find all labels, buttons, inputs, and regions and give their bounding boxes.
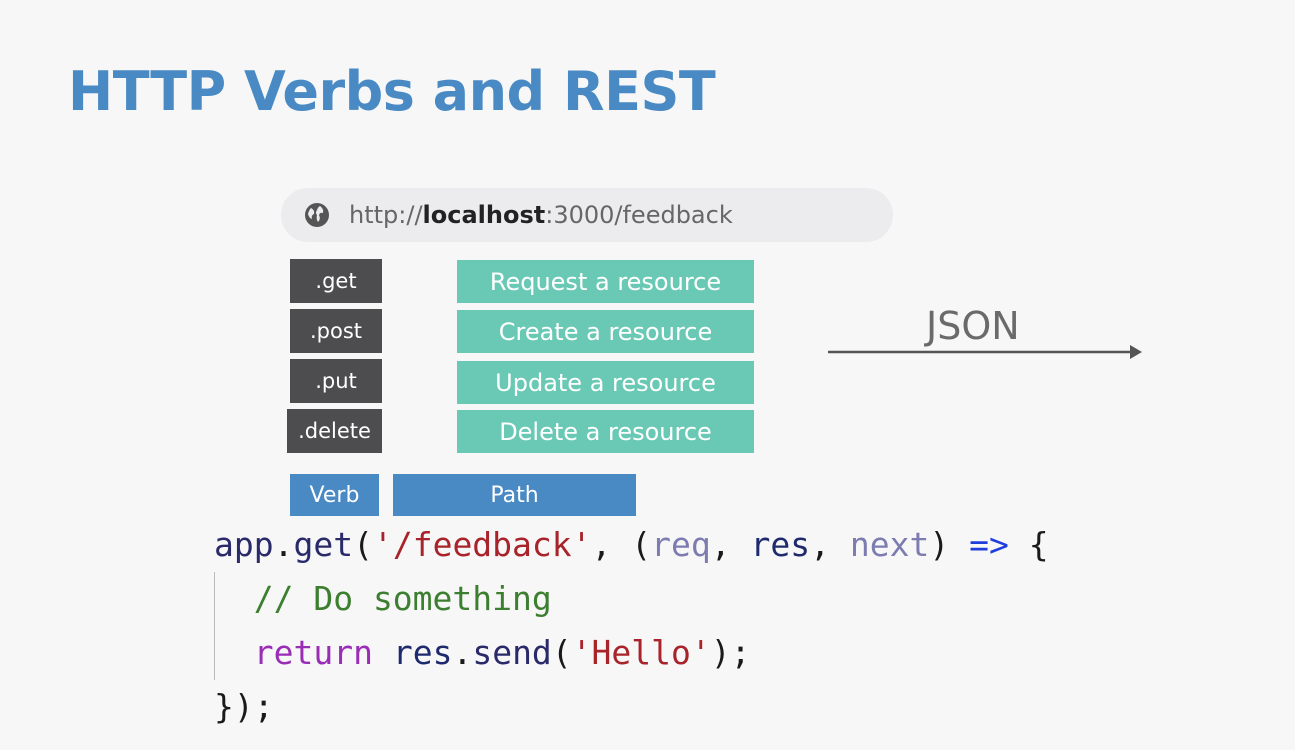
code-token: 'Hello' [571, 633, 711, 672]
address-bar[interactable]: http://localhost:3000/feedback [281, 188, 893, 242]
code-token: ); [710, 633, 751, 672]
code-token: { [1008, 525, 1049, 564]
code-token: send [472, 633, 552, 672]
path-tag: Path [393, 474, 636, 516]
code-token: ) [929, 525, 970, 564]
slide-title: HTTP Verbs and REST [68, 60, 716, 123]
indent-guide [214, 572, 215, 680]
action-request: Request a resource [457, 260, 754, 303]
code-token: , ( [591, 525, 652, 564]
globe-icon [305, 203, 329, 227]
code-token: ( [353, 525, 373, 564]
verb-get: .get [290, 259, 382, 303]
code-line-3: return res.send('Hello'); [214, 626, 1049, 680]
code-token: , [710, 525, 751, 564]
code-line-2: // Do something [214, 579, 552, 618]
code-line-1: app.get('/feedback', (req, res, next) =>… [214, 518, 1049, 572]
verb-post: .post [290, 309, 382, 353]
action-delete: Delete a resource [457, 410, 754, 453]
code-token: '/feedback' [372, 525, 592, 564]
code-token: get [293, 525, 354, 564]
url-rest: :3000/feedback [545, 201, 733, 229]
code-line-4: }); [214, 687, 274, 726]
url-text: http://localhost:3000/feedback [349, 201, 733, 229]
url-host: localhost [422, 201, 546, 229]
code-token: res [392, 633, 453, 672]
code-token: req [651, 525, 711, 564]
action-update: Update a resource [457, 361, 754, 404]
action-create: Create a resource [457, 310, 754, 353]
code-block: app.get('/feedback', (req, res, next) =>… [214, 518, 1049, 734]
code-token: return [253, 633, 373, 672]
code-token: res [750, 525, 811, 564]
slide: HTTP Verbs and REST http://localhost:300… [0, 0, 1295, 750]
code-token: . [273, 525, 294, 564]
verb-put: .put [290, 359, 382, 403]
url-prefix: http:// [349, 201, 423, 229]
code-token: , [810, 525, 850, 564]
code-token: next [849, 525, 930, 564]
code-token: app [214, 525, 274, 564]
arrow-right-icon [828, 345, 1142, 359]
verb-tag: Verb [290, 474, 379, 516]
code-token: ( [551, 633, 572, 672]
code-token: => [969, 525, 1009, 564]
verb-delete: .delete [287, 409, 382, 453]
code-token: . [452, 633, 473, 672]
